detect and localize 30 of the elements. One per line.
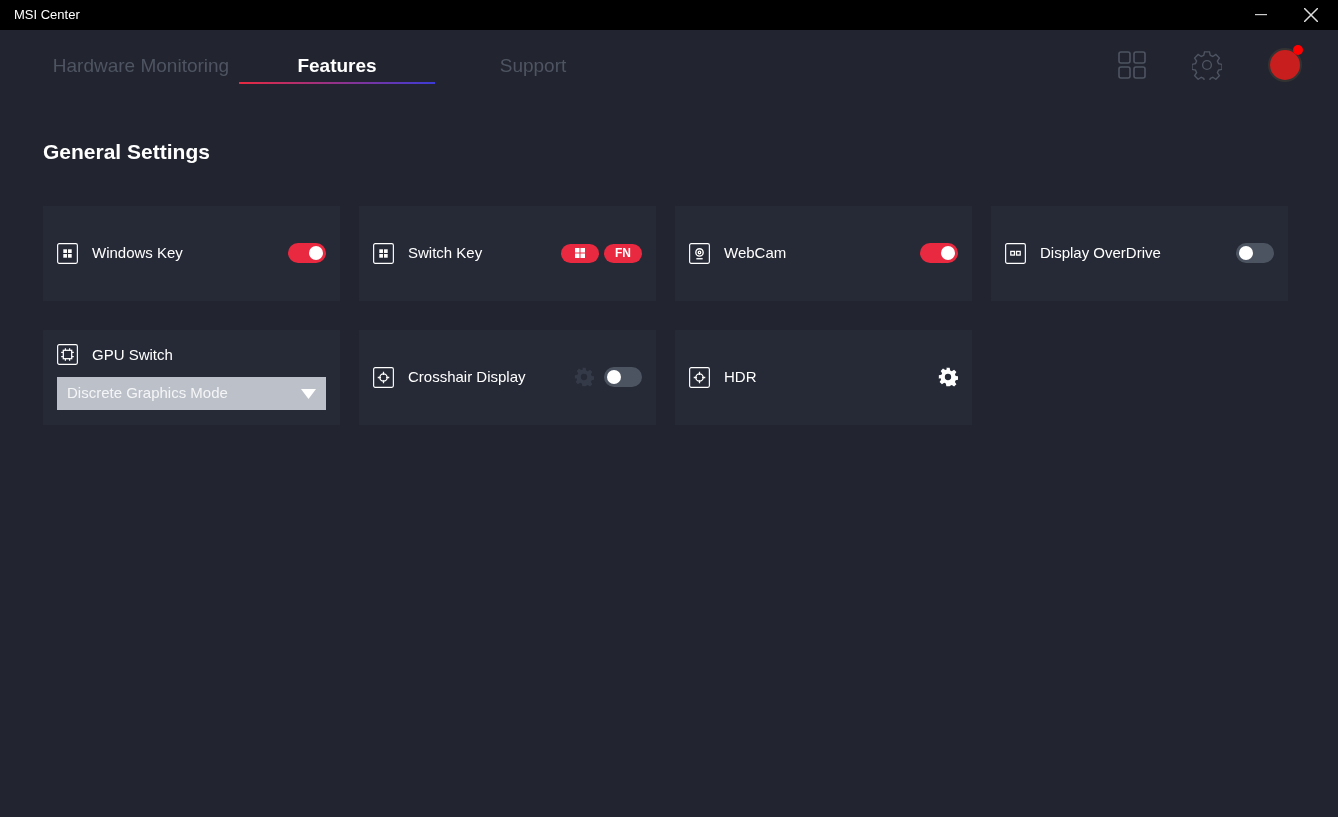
window-title: MSI Center	[13, 6, 80, 25]
crosshair-icon	[373, 366, 394, 388]
avatar[interactable]	[1268, 48, 1302, 82]
setting-label: GPU Switch	[92, 344, 173, 365]
chip-icon	[57, 344, 78, 366]
setting-label: Crosshair Display	[408, 366, 526, 387]
toggle-switch[interactable]	[920, 243, 958, 263]
toggle-switch[interactable]	[604, 367, 642, 387]
settings-icon[interactable]	[938, 367, 958, 387]
windows-logo-icon	[57, 242, 78, 264]
setting-label: Switch Key	[408, 242, 483, 263]
windows-logo-icon	[373, 242, 394, 264]
setting-label: HDR	[724, 366, 757, 387]
windows-key-button[interactable]	[561, 243, 599, 263]
dropdown-select[interactable]: Discrete Graphics Mode	[57, 377, 326, 410]
display-icon	[1005, 242, 1026, 264]
close-icon	[1304, 8, 1318, 22]
crosshair-icon	[689, 366, 710, 388]
windows-logo-icon	[575, 248, 585, 258]
minimize-icon	[1255, 14, 1267, 16]
setting-label: Windows Key	[92, 242, 183, 263]
setting-label: WebCam	[724, 242, 787, 263]
caret-icon	[301, 388, 316, 399]
fn-key-button[interactable]: FN	[604, 243, 642, 263]
webcam-icon	[689, 242, 710, 264]
nav-tab[interactable]: Features	[239, 50, 435, 84]
toggle-switch[interactable]	[1236, 243, 1274, 263]
setting-label: Display OverDrive	[1040, 242, 1161, 263]
toggle-switch[interactable]	[288, 243, 326, 263]
section-title: General Settings	[42, 139, 211, 165]
